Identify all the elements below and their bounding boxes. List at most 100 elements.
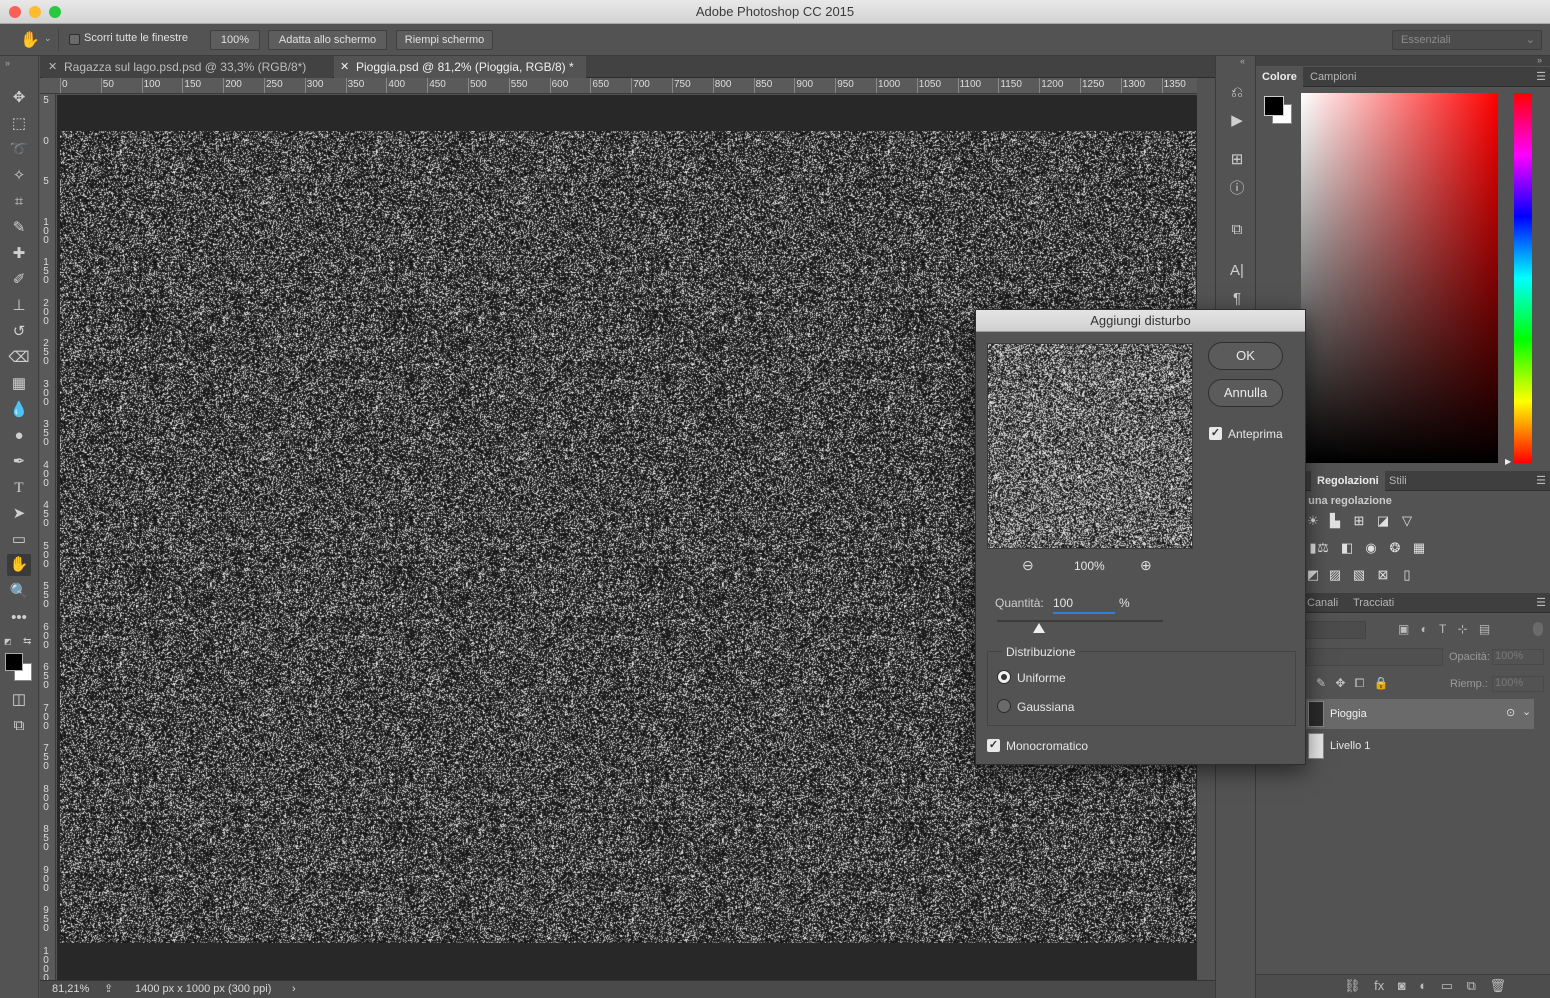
scroll-all-windows-checkbox[interactable] (69, 34, 80, 45)
eraser-tool-icon[interactable]: ⌫ (7, 347, 31, 369)
noise-preview[interactable] (987, 343, 1193, 549)
cancel-button[interactable]: Annulla (1208, 379, 1283, 407)
tab-stili[interactable]: Stili (1383, 471, 1413, 491)
screen-mode-icon[interactable]: ⧉ (7, 715, 31, 737)
amount-slider-handle[interactable] (1033, 623, 1045, 633)
layer-row[interactable]: Livello 1 (1306, 731, 1534, 761)
minimize-window-button[interactable] (29, 6, 41, 18)
channel-mixer-icon[interactable]: ❂ (1386, 541, 1404, 555)
layer-row[interactable]: Pioggia ⊙ ⌄ (1306, 699, 1534, 729)
expand-icon[interactable]: « (1240, 56, 1245, 66)
tab-canali[interactable]: Canali (1301, 593, 1344, 613)
zoom-tool-icon[interactable]: 🔍 (7, 581, 31, 603)
close-tab-icon[interactable]: ✕ (340, 56, 349, 78)
clone-source-panel-icon[interactable]: ⧉ (1226, 219, 1248, 241)
pen-tool-icon[interactable]: ✒ (7, 451, 31, 473)
info-panel-icon[interactable]: ⓘ (1226, 178, 1248, 200)
magic-wand-tool-icon[interactable]: ✧ (7, 165, 31, 187)
swap-colors-icon[interactable]: ⇆ (23, 636, 31, 647)
zoom-in-icon[interactable]: ⊕ (1140, 557, 1152, 574)
close-window-button[interactable] (9, 6, 21, 18)
black-white-icon[interactable]: ◧ (1338, 541, 1356, 555)
color-lookup-icon[interactable]: ▦ (1410, 541, 1428, 555)
foreground-color-swatch[interactable] (1264, 96, 1284, 116)
levels-icon[interactable]: ▙ (1326, 514, 1344, 528)
brightness-icon[interactable]: ☀ (1304, 514, 1322, 528)
chevron-down-icon[interactable]: ⌄ (44, 33, 52, 44)
monochromatic-checkbox[interactable]: ✓ (987, 739, 1000, 752)
properties-panel-icon[interactable]: ⊞ (1226, 149, 1248, 171)
gradient-map-icon[interactable]: ▯ (1398, 568, 1416, 582)
vibrance-icon[interactable]: ▽ (1398, 514, 1416, 528)
panel-menu-icon[interactable]: ☰ (1536, 70, 1546, 83)
history-panel-icon[interactable]: ⎌ (1226, 82, 1248, 104)
photo-filter-icon[interactable]: ◉ (1362, 541, 1380, 555)
panel-menu-icon[interactable]: ☰ (1536, 474, 1546, 487)
zoom-out-icon[interactable]: ⊖ (1022, 557, 1034, 574)
workspace-select[interactable]: Essenziali ⌄ (1392, 30, 1542, 50)
crop-tool-icon[interactable]: ⌗ (7, 191, 31, 213)
ok-button[interactable]: OK (1208, 342, 1283, 370)
layer-name[interactable]: Pioggia (1330, 708, 1367, 720)
amount-slider-track[interactable] (997, 620, 1163, 622)
layer-action-icons[interactable]: ⛓ fx ◙ ◐ ▭ ⧉ 🗑 (1344, 978, 1506, 994)
layer-name[interactable]: Livello 1 (1330, 740, 1370, 752)
fill-screen-button[interactable]: Riempi schermo (396, 30, 493, 50)
exposure-icon[interactable]: ◪ (1374, 514, 1392, 528)
hand-tool-icon[interactable]: ✋ (7, 554, 31, 576)
filter-toggle[interactable] (1533, 622, 1543, 636)
eyedropper-tool-icon[interactable]: ✎ (7, 217, 31, 239)
clone-stamp-tool-icon[interactable]: ⊥ (7, 295, 31, 317)
opacity-field[interactable]: 100% (1492, 649, 1544, 665)
tab-campioni[interactable]: Campioni (1304, 67, 1362, 87)
close-tab-icon[interactable]: ✕ (48, 56, 57, 78)
posterize-icon[interactable]: ▨ (1326, 568, 1344, 582)
lock-icons[interactable]: ✎ ✥ ⧠ 🔒 (1316, 676, 1389, 691)
tab-tracciati[interactable]: Tracciati (1347, 593, 1400, 613)
dodge-tool-icon[interactable]: ● (7, 425, 31, 447)
tab-pioggia[interactable]: ✕ Pioggia.psd @ 81,2% (Pioggia, RGB/8) * (334, 56, 586, 78)
tab-ragazza[interactable]: ✕ Ragazza sul lago.psd.psd @ 33,3% (RGB/… (42, 56, 332, 78)
actions-panel-icon[interactable]: ▶ (1226, 110, 1248, 132)
color-field[interactable] (1301, 93, 1498, 463)
panel-menu-icon[interactable]: ☰ (1536, 596, 1546, 609)
fill-field[interactable]: 100% (1492, 676, 1544, 692)
layer-filter-select[interactable] (1306, 621, 1366, 639)
character-panel-icon[interactable]: A| (1226, 260, 1248, 282)
brush-tool-icon[interactable]: ✐ (7, 269, 31, 291)
path-selection-tool-icon[interactable]: ➤ (7, 503, 31, 525)
default-colors-icon[interactable]: ◩ (4, 637, 12, 646)
blur-tool-icon[interactable]: 💧 (7, 399, 31, 421)
collapse-icon[interactable]: » (5, 58, 10, 68)
tab-colore[interactable]: Colore (1256, 67, 1303, 87)
curves-icon[interactable]: ⊞ (1350, 514, 1368, 528)
healing-brush-tool-icon[interactable]: ✚ (7, 243, 31, 265)
hand-tool-preset-icon[interactable]: ✋ (20, 30, 40, 50)
zoom-level[interactable]: 81,21% (52, 981, 89, 998)
gradient-tool-icon[interactable]: ▦ (7, 373, 31, 395)
threshold-icon[interactable]: ▧ (1350, 568, 1368, 582)
quick-mask-icon[interactable]: ◫ (7, 689, 31, 711)
panel-collapse-bar[interactable]: » (1256, 56, 1550, 66)
collapse-icon[interactable]: » (1537, 55, 1542, 65)
lasso-tool-icon[interactable]: ➰ (7, 139, 31, 161)
chevron-right-icon[interactable]: › (292, 981, 296, 998)
tab-regolazioni[interactable]: Regolazioni (1311, 471, 1385, 491)
hue-slider[interactable] (1514, 93, 1532, 463)
selective-color-icon[interactable]: ⊠ (1374, 568, 1392, 582)
more-tools-icon[interactable]: ••• (7, 607, 31, 629)
uniform-radio[interactable] (997, 670, 1011, 684)
paragraph-panel-icon[interactable]: ¶ (1226, 288, 1248, 310)
chevron-down-icon[interactable]: ⌄ (1522, 705, 1531, 718)
zoom-100-button[interactable]: 100% (210, 30, 260, 50)
fit-screen-button[interactable]: Adatta allo schermo (268, 30, 387, 50)
export-icon[interactable]: ⇪ (104, 981, 113, 998)
invert-icon[interactable]: ◩ (1304, 568, 1322, 582)
layer-filter-icons[interactable]: ▣ ◐ T ⊹ ▤ (1398, 622, 1490, 636)
history-brush-tool-icon[interactable]: ↺ (7, 321, 31, 343)
move-tool-icon[interactable]: ✥ (7, 87, 31, 109)
zoom-window-button[interactable] (49, 6, 61, 18)
amount-input[interactable]: 100 (1053, 596, 1115, 614)
marquee-tool-icon[interactable]: ⬚ (7, 113, 31, 135)
color-balance-icon[interactable]: ⚖ (1314, 541, 1332, 555)
